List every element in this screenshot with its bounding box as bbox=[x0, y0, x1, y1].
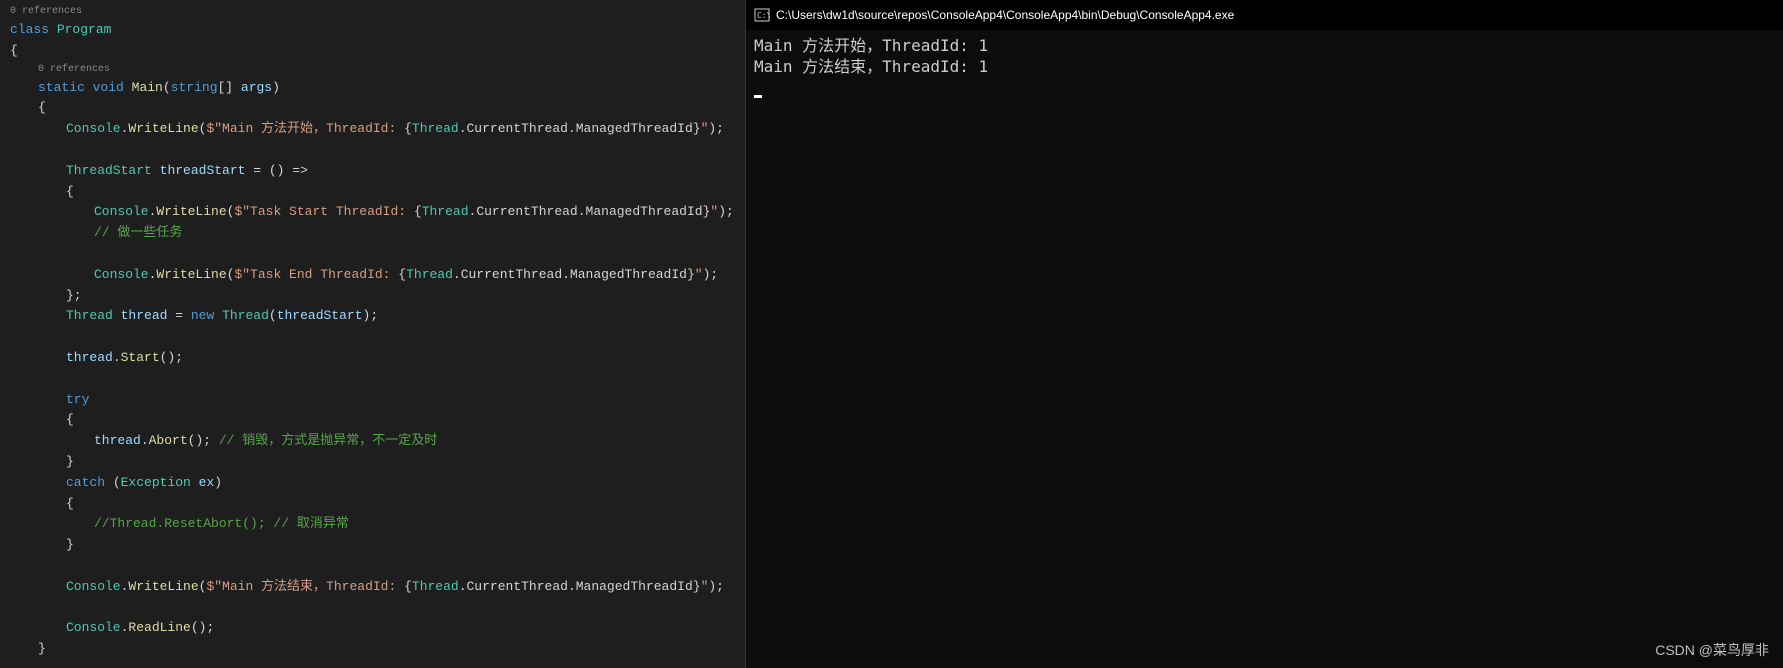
code-line[interactable]: { bbox=[10, 494, 745, 515]
codelens-class[interactable]: 0 references bbox=[10, 4, 745, 20]
blank-line[interactable] bbox=[10, 369, 745, 390]
code-line[interactable]: Console.WriteLine($"Task Start ThreadId:… bbox=[10, 202, 745, 223]
code-line[interactable]: thread.Abort(); // 销毁，方式是抛异常，不一定及时 bbox=[10, 431, 745, 452]
code-line[interactable]: { bbox=[10, 410, 745, 431]
svg-text:C:\: C:\ bbox=[757, 11, 770, 20]
console-cursor bbox=[754, 95, 762, 98]
console-app-icon: C:\ bbox=[754, 7, 770, 23]
console-title-text: C:\Users\dw1d\source\repos\ConsoleApp4\C… bbox=[776, 8, 1234, 22]
console-output[interactable]: Main 方法开始，ThreadId: 1 Main 方法结束，ThreadId… bbox=[746, 30, 1783, 668]
blank-line[interactable] bbox=[10, 327, 745, 348]
code-line[interactable]: Console.ReadLine(); bbox=[10, 618, 745, 639]
console-output-line: Main 方法结束，ThreadId: 1 bbox=[754, 57, 1775, 78]
code-line[interactable]: Console.WriteLine($"Task End ThreadId: {… bbox=[10, 265, 745, 286]
code-line[interactable]: thread.Start(); bbox=[10, 348, 745, 369]
codelens-method[interactable]: 0 references bbox=[10, 62, 745, 78]
code-line[interactable]: Console.WriteLine($"Main 方法开始，ThreadId: … bbox=[10, 119, 745, 140]
console-output-line: Main 方法开始，ThreadId: 1 bbox=[754, 36, 1775, 57]
code-editor[interactable]: 0 references class Program { 0 reference… bbox=[0, 0, 745, 668]
code-line[interactable]: // 做一些任务 bbox=[10, 223, 745, 244]
code-line[interactable]: class Program bbox=[10, 20, 745, 41]
code-line[interactable]: { bbox=[10, 41, 745, 62]
code-line[interactable]: { bbox=[10, 182, 745, 203]
code-line[interactable]: //Thread.ResetAbort(); // 取消异常 bbox=[10, 514, 745, 535]
code-line[interactable]: ThreadStart threadStart = () => bbox=[10, 161, 745, 182]
blank-line[interactable] bbox=[10, 140, 745, 161]
blank-line[interactable] bbox=[10, 556, 745, 577]
code-line[interactable]: catch (Exception ex) bbox=[10, 473, 745, 494]
console-titlebar[interactable]: C:\ C:\Users\dw1d\source\repos\ConsoleAp… bbox=[746, 0, 1783, 30]
code-line[interactable]: }; bbox=[10, 286, 745, 307]
code-line[interactable]: try bbox=[10, 390, 745, 411]
blank-line[interactable] bbox=[10, 660, 745, 668]
code-line[interactable]: { bbox=[10, 98, 745, 119]
code-line[interactable]: } bbox=[10, 452, 745, 473]
code-line[interactable]: static void Main(string[] args) bbox=[10, 78, 745, 99]
code-line[interactable]: Thread thread = new Thread(threadStart); bbox=[10, 306, 745, 327]
console-window: C:\ C:\Users\dw1d\source\repos\ConsoleAp… bbox=[745, 0, 1783, 668]
code-line[interactable]: } bbox=[10, 639, 745, 660]
watermark: CSDN @菜鸟厚非 bbox=[1655, 640, 1769, 660]
blank-line[interactable] bbox=[10, 244, 745, 265]
code-line[interactable]: } bbox=[10, 535, 745, 556]
blank-line[interactable] bbox=[10, 598, 745, 619]
code-line[interactable]: Console.WriteLine($"Main 方法结束，ThreadId: … bbox=[10, 577, 745, 598]
